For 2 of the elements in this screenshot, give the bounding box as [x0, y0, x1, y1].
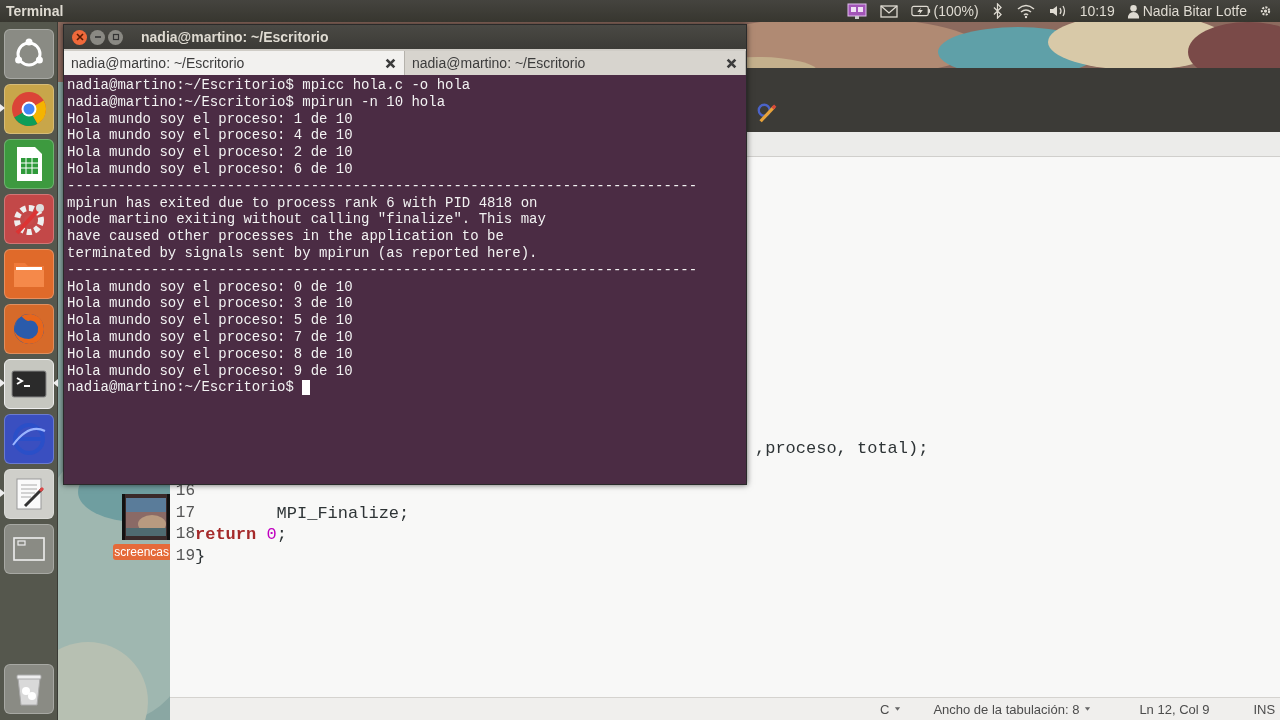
app-title: Terminal: [6, 3, 64, 19]
battery-level: (100%): [933, 3, 979, 19]
